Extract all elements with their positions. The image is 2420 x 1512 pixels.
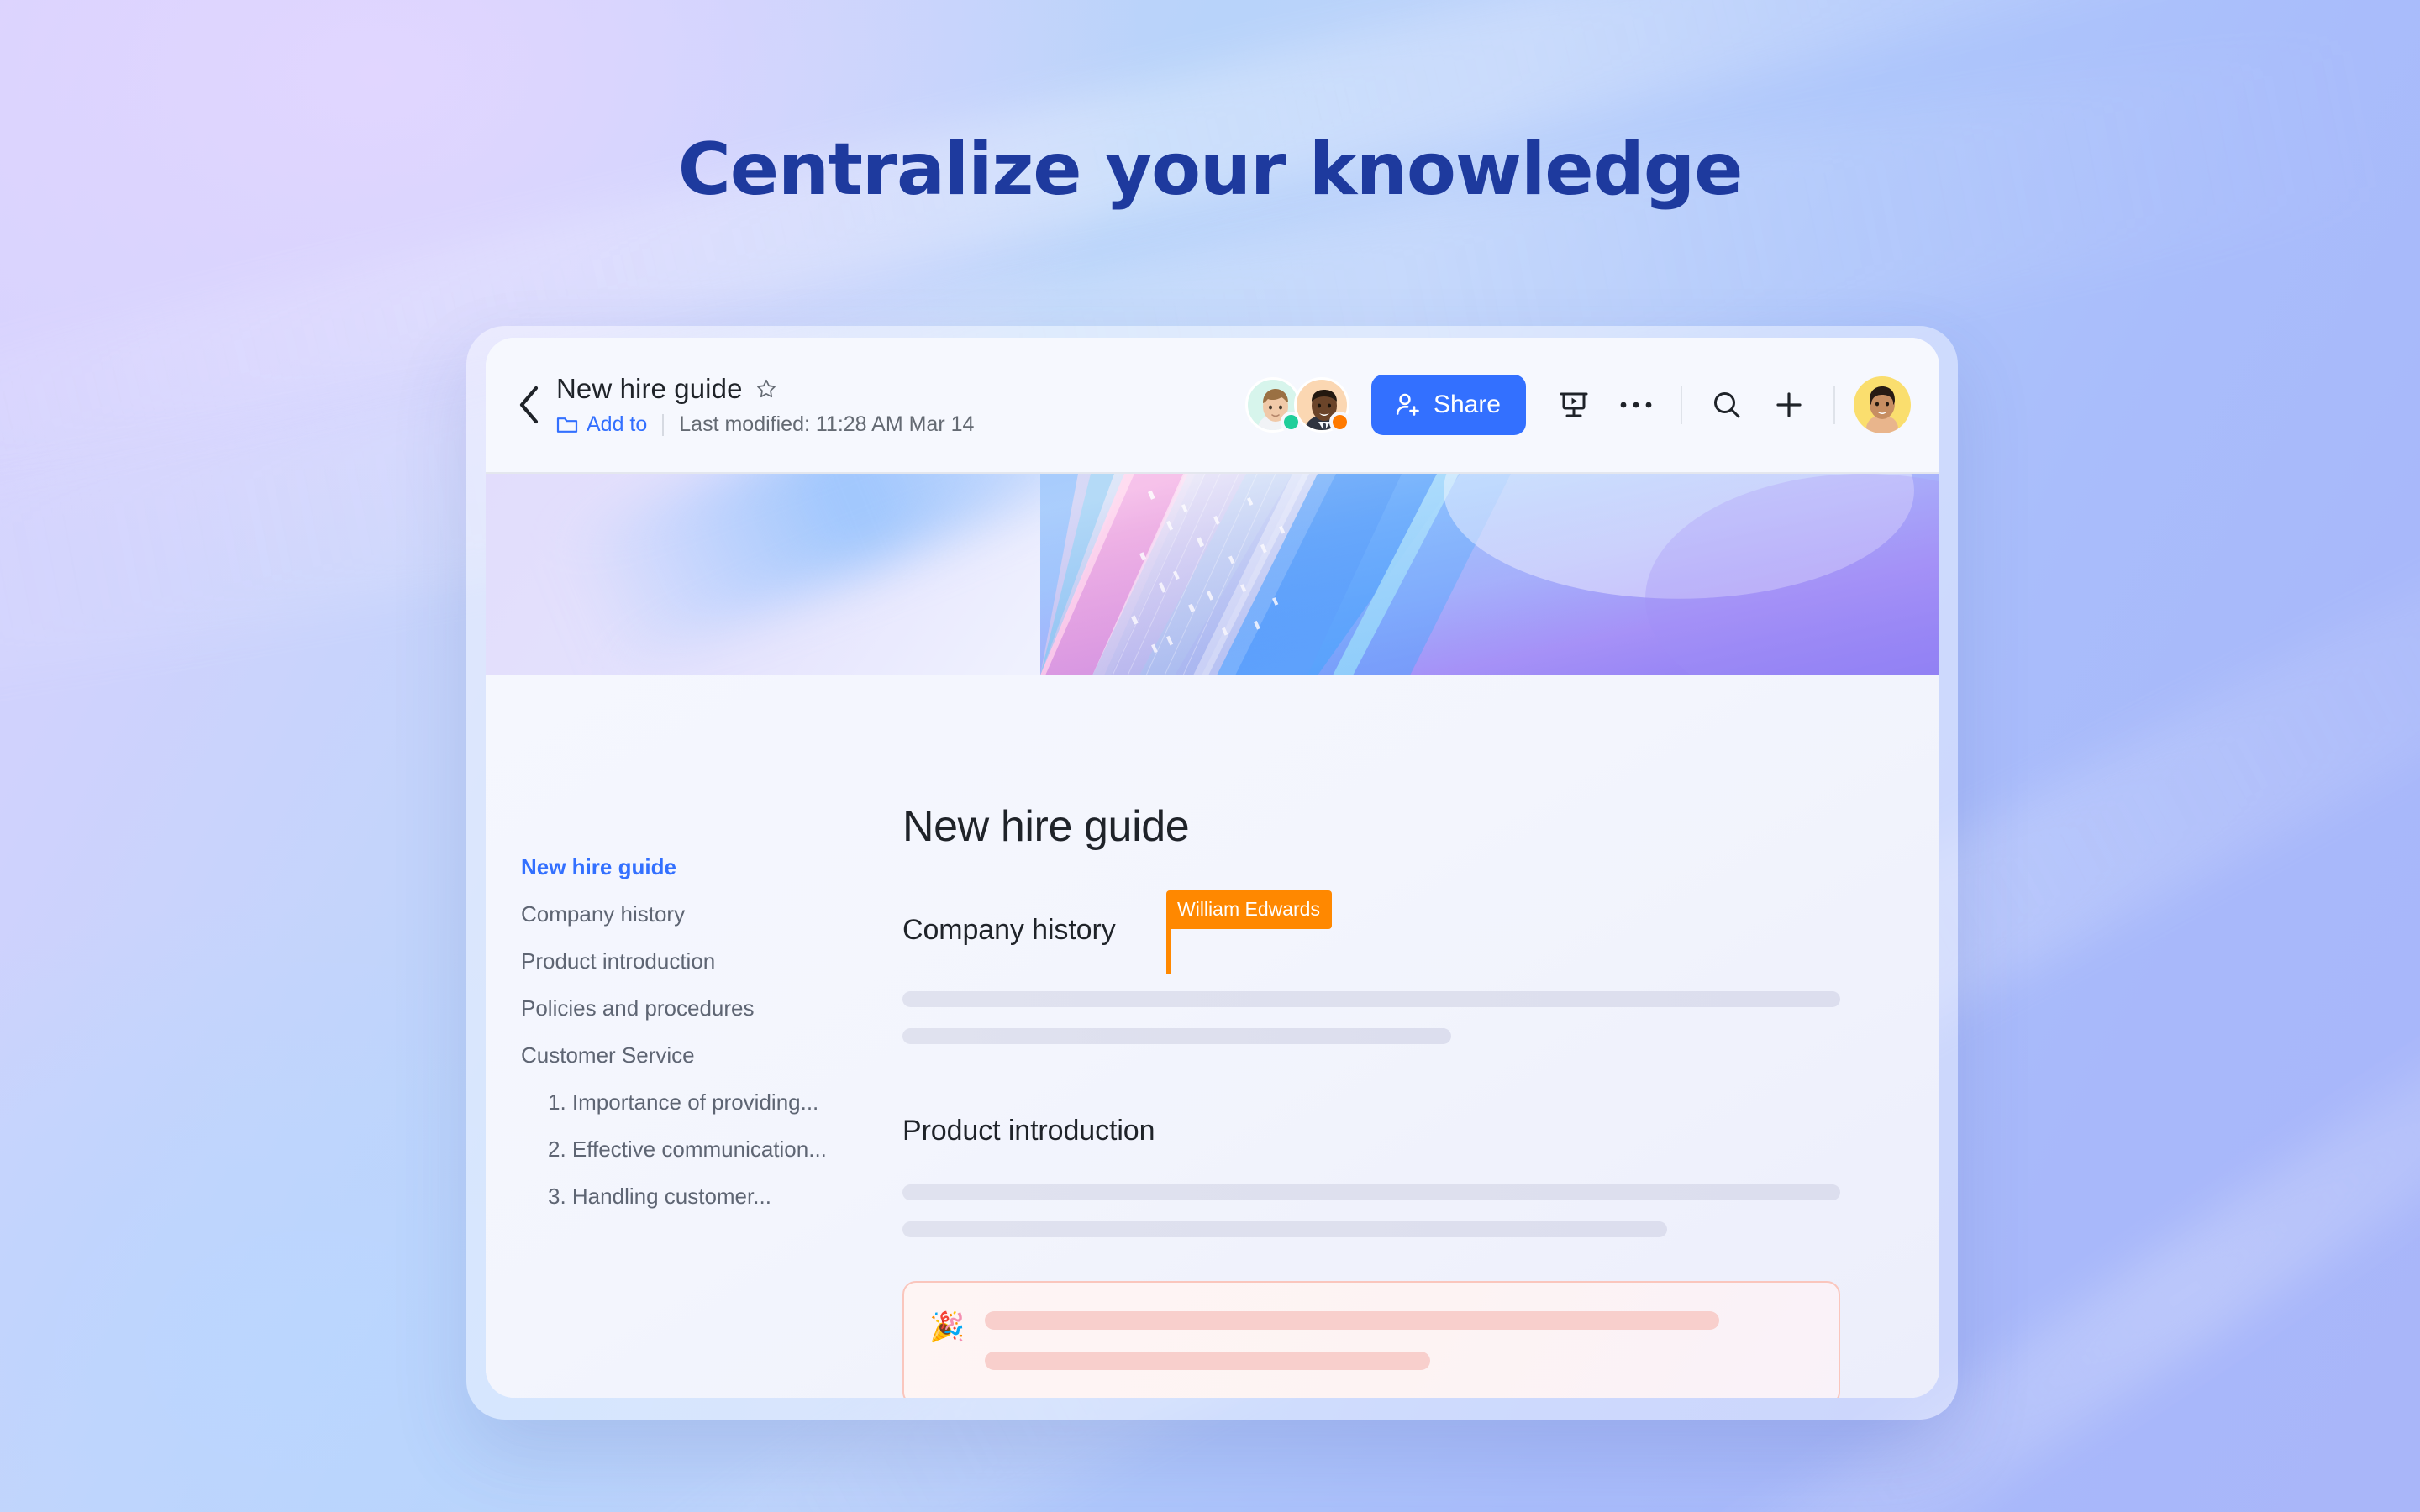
section-heading-company-history[interactable]: Company history [902,914,1116,947]
add-to-button[interactable]: Add to [556,412,647,437]
placeholder-line [902,991,1840,1007]
share-button[interactable]: Share [1370,375,1526,435]
outline-item-new-hire-guide[interactable]: New hire guide [521,843,881,890]
hero-headline: Centralize your knowledge [677,128,1744,212]
back-button[interactable] [504,381,553,429]
callout-placeholder-line [985,1352,1431,1370]
more-horizontal-icon [1620,402,1652,408]
callout-placeholder-line [985,1311,1720,1330]
avatar [1854,376,1911,433]
document-content: New hire guide Company history William E… [881,675,1939,1398]
add-person-icon [1396,393,1419,416]
section-company-history: Company history William Edwards [902,890,1840,974]
favorite-star-button[interactable] [755,378,777,400]
add-to-label: Add to [587,412,648,436]
collaborator-cursor-caret [1166,929,1171,974]
party-popper-icon: 🎉 [929,1311,965,1343]
placeholder-line [902,1028,1451,1044]
presentation-icon [1560,392,1588,417]
collaborator-avatar-2[interactable] [1293,377,1350,433]
document-title[interactable]: New hire guide [556,373,743,405]
collaborator-avatars [1244,377,1350,433]
outline-item-handling-customer[interactable]: 3. Handling customer... [521,1173,881,1220]
last-modified-text: Last modified: 11:28 AM Mar 14 [679,412,975,436]
cover-image[interactable] [486,472,1939,675]
document-outline: New hire guide Company history Product i… [486,675,881,1398]
outline-item-customer-service[interactable]: Customer Service [521,1032,881,1079]
present-button[interactable] [1543,374,1605,436]
outline-item-importance-of-providing[interactable]: 1. Importance of providing... [521,1079,881,1126]
cover-artwork [1040,474,1939,675]
search-icon [1714,392,1740,418]
document-toolbar: New hire guide Add to Last modified: 11:… [486,338,1939,472]
document-title-row: New hire guide [556,373,974,405]
user-avatar-button[interactable] [1854,376,1911,433]
document-meta-row: Add to Last modified: 11:28 AM Mar 14 [556,412,974,437]
share-label: Share [1433,391,1501,418]
collaborator-cursor-label: William Edwards [1166,890,1332,929]
chevron-left-icon [519,386,539,424]
toolbar-divider [1681,386,1682,424]
star-outline-icon [756,379,776,398]
section-heading-product-introduction[interactable]: Product introduction [902,1115,1155,1147]
more-options-button[interactable] [1605,374,1667,436]
folder-icon [556,417,578,433]
search-button[interactable] [1696,374,1758,436]
placeholder-line [902,1184,1840,1200]
presence-dot-busy [1328,412,1350,433]
outline-item-company-history[interactable]: Company history [521,890,881,937]
placeholder-line [902,1221,1667,1237]
toolbar-actions: Share [1244,374,1911,436]
section-product-introduction: Product introduction [902,1115,1840,1147]
collaborator-cursor: William Edwards [1166,890,1332,974]
placeholder-lines-product-introduction [902,1184,1840,1237]
document-heading[interactable]: New hire guide [902,801,1840,852]
outline-item-policies-and-procedures[interactable]: Policies and procedures [521,984,881,1032]
toolbar-divider [1833,386,1835,424]
callout-block[interactable]: 🎉 [902,1281,1840,1398]
outline-item-product-introduction[interactable]: Product introduction [521,937,881,984]
placeholder-lines-company-history [902,991,1840,1044]
add-button[interactable] [1758,374,1820,436]
plus-icon [1776,392,1802,417]
app-window: New hire guide Add to Last modified: 11:… [486,338,1939,1398]
meta-divider [662,413,665,436]
collaborator-avatar-1[interactable] [1244,377,1302,433]
document-body: New hire guide Company history Product i… [486,675,1939,1398]
cover-artwork-svg [1040,474,1939,675]
outline-item-effective-communication[interactable]: 2. Effective communication... [521,1126,881,1173]
document-title-block: New hire guide Add to Last modified: 11:… [556,373,974,437]
page-root: Centralize your knowledge New hire guide [0,0,2420,1512]
callout-placeholder-lines [985,1311,1810,1370]
